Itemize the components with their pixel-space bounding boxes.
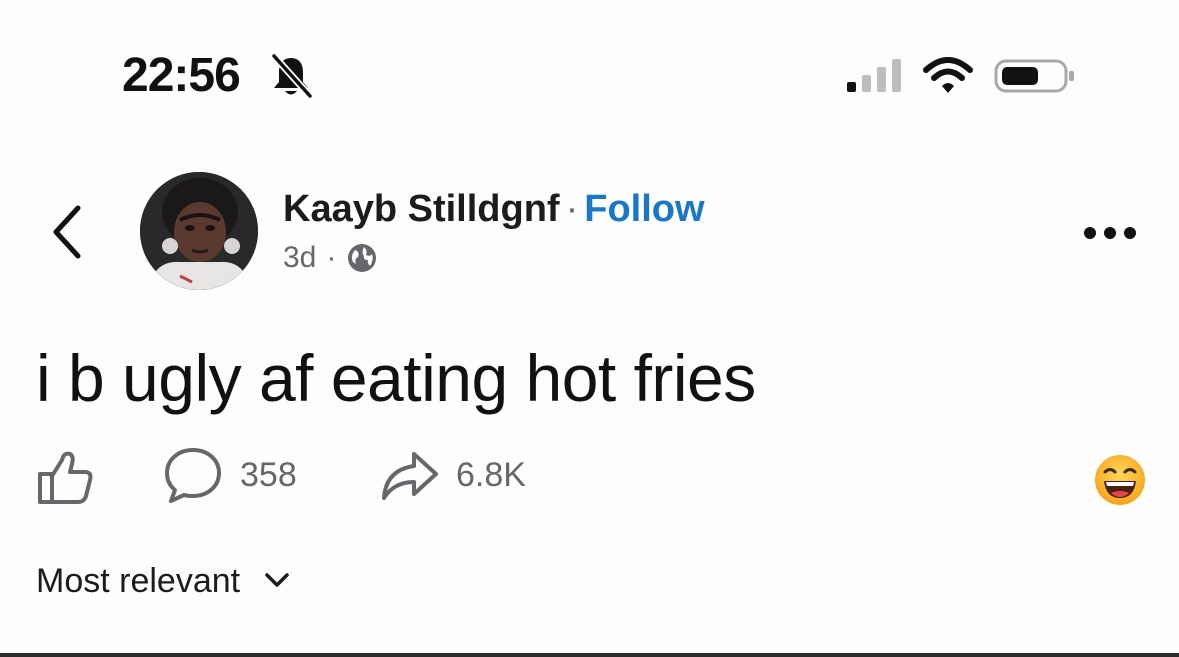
comment-icon xyxy=(165,448,221,503)
post-text: i b ugly af eating hot fries xyxy=(36,341,756,415)
comment-sort-dropdown[interactable]: Most relevant xyxy=(36,556,290,606)
battery-icon xyxy=(994,59,1074,93)
bell-slash-icon xyxy=(271,53,313,99)
share-arrow-icon xyxy=(382,452,438,500)
avatar[interactable] xyxy=(140,172,258,290)
author-name[interactable]: Kaayb Stilldgnf xyxy=(283,188,560,230)
cellular-signal-icon xyxy=(847,59,901,92)
separator-dot: · xyxy=(565,188,579,230)
chevron-down-icon xyxy=(265,573,289,587)
share-button[interactable]: 6.8K xyxy=(378,444,526,506)
comment-button[interactable]: 358 xyxy=(162,444,297,506)
divider xyxy=(0,653,1179,657)
follow-button[interactable]: Follow xyxy=(584,188,704,230)
comment-count: 358 xyxy=(240,455,297,494)
avatar-photo xyxy=(140,172,258,290)
globe-icon xyxy=(348,244,377,272)
haha-reaction-icon[interactable] xyxy=(1094,454,1146,506)
back-chevron-icon[interactable] xyxy=(46,200,90,264)
wifi-icon xyxy=(923,57,973,93)
post-age[interactable]: 3d xyxy=(283,238,316,278)
meta-separator: · xyxy=(326,241,337,274)
status-time: 22:56 xyxy=(122,49,241,102)
share-count: 6.8K xyxy=(456,455,526,494)
post-meta: 3d · xyxy=(283,238,378,278)
like-icon[interactable] xyxy=(34,446,96,508)
sort-label: Most relevant xyxy=(36,562,241,600)
more-options-icon[interactable] xyxy=(1080,218,1140,248)
author-line: Kaayb Stilldgnf · Follow xyxy=(283,186,705,232)
post-screen: 22:56 Kaayb Stilldgnf · Follow 3d · i b … xyxy=(0,0,1179,657)
